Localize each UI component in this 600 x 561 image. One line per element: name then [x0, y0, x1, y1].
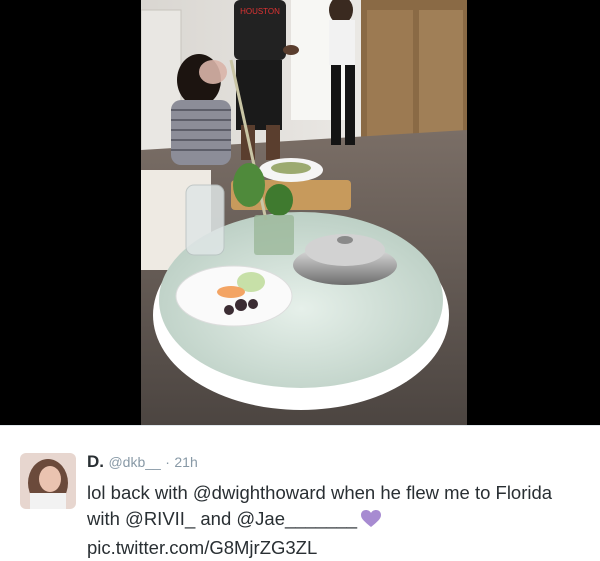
- separator-dot: ·: [165, 454, 170, 470]
- mention-link[interactable]: @Jae_______: [236, 508, 357, 529]
- media-link[interactable]: pic.twitter.com/G8MjrZG3ZL: [87, 537, 317, 558]
- mention-link[interactable]: @dwighthoward: [193, 482, 326, 503]
- tweet-media[interactable]: HOUSTON: [0, 0, 600, 425]
- avatar-image: [20, 453, 76, 509]
- avatar[interactable]: [20, 453, 76, 509]
- shirt-text: HOUSTON: [240, 7, 280, 16]
- tweet-text-part: and: [195, 508, 237, 529]
- display-name[interactable]: D.: [87, 452, 104, 471]
- user-handle[interactable]: @dkb__: [108, 454, 160, 470]
- tweet-text: lol back with @dwighthoward when he flew…: [87, 480, 587, 561]
- tweet-card: D. @dkb__ · 21h lol back with @dwighthow…: [0, 425, 600, 561]
- timestamp[interactable]: 21h: [174, 454, 197, 470]
- tweet-text-part: lol back with: [87, 482, 193, 503]
- tweet-header: D. @dkb__ · 21h: [87, 452, 198, 472]
- tweet-photo[interactable]: HOUSTON: [141, 0, 467, 425]
- mention-link[interactable]: @RIVII_: [125, 508, 195, 529]
- photo-scene: HOUSTON: [141, 0, 467, 425]
- purple-heart-icon: [361, 509, 382, 535]
